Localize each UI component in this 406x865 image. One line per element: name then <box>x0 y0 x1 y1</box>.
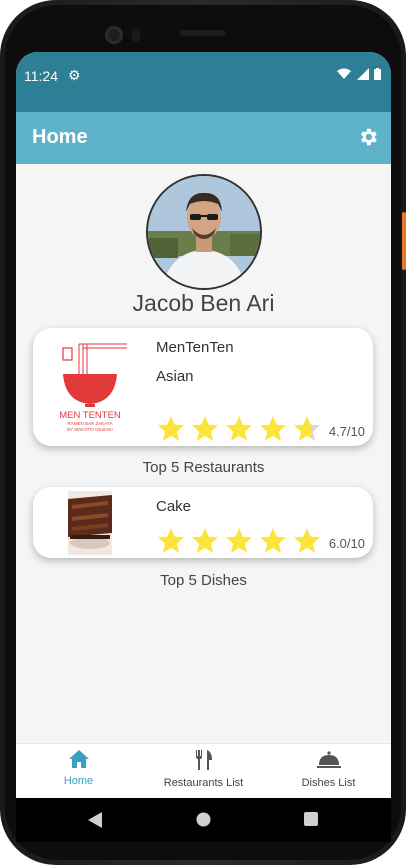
dish-name: Cake <box>156 498 192 515</box>
restaurant-star-icon-2 <box>192 416 218 441</box>
nav-restaurants-label: Restaurants List <box>163 777 244 789</box>
dish-star-icon-1 <box>158 528 184 553</box>
status-icons <box>337 68 381 83</box>
restaurant-rating: 4.7/10 <box>328 424 365 439</box>
profile-photo <box>148 176 260 288</box>
top-dishes-label: Top 5 Dishes <box>160 572 247 589</box>
top-restaurant-card[interactable]: MEN TENTEN RAMEN BAR ZAKAYA BY MAKOTO OK… <box>33 328 373 446</box>
restaurant-star-rating <box>157 415 321 443</box>
power-button <box>402 212 406 270</box>
proximity-sensor <box>132 28 140 42</box>
top-dish-card[interactable]: Cake 6.0/10 <box>33 487 373 558</box>
nav-dishes-label: Dishes List <box>301 777 356 789</box>
dish-star-icon-5 <box>294 528 320 553</box>
nav-home-label: Home <box>63 775 94 787</box>
restaurant-logo-text: MEN TENTEN <box>59 410 121 421</box>
restaurant-name: MenTenTen <box>156 339 234 356</box>
restaurant-star-icon-3 <box>226 416 252 441</box>
nav-home[interactable]: Home <box>16 750 141 787</box>
status-time: 11:24 <box>24 68 58 84</box>
back-icon[interactable] <box>88 812 102 828</box>
restaurant-star-icon-1 <box>158 416 184 441</box>
restaurant-logo-tagline: BY MAKOTO OKIZAKI <box>67 427 113 432</box>
wifi-icon <box>337 68 352 79</box>
dish-rating: 6.0/10 <box>328 536 365 551</box>
cloche-icon <box>316 751 341 768</box>
app-screen: 11:24 ⚙ Home Jacob Ben Ari MEN TENTEN RA… <box>16 52 391 798</box>
status-bar: 11:24 ⚙ <box>16 52 391 112</box>
top-restaurants-label: Top 5 Restaurants <box>142 459 265 476</box>
avatar[interactable] <box>146 174 262 290</box>
earpiece-speaker <box>180 30 226 36</box>
dish-star-icon-3 <box>226 528 252 553</box>
fork-knife-icon <box>195 750 212 770</box>
recents-icon[interactable] <box>304 812 318 826</box>
restaurant-star-icon-5 <box>294 416 320 441</box>
page-title: Home <box>32 126 88 148</box>
dish-star-icon-2 <box>192 528 218 553</box>
bottom-navigation: Home Restaurants List Dishes List <box>16 743 391 798</box>
gear-icon[interactable] <box>357 126 379 148</box>
user-name: Jacob Ben Ari <box>132 290 275 316</box>
dish-image <box>68 491 112 555</box>
battery-icon <box>374 68 381 80</box>
nav-restaurants-list[interactable]: Restaurants List <box>141 750 266 789</box>
nav-dishes-list[interactable]: Dishes List <box>266 750 391 789</box>
dish-star-rating <box>157 527 321 555</box>
dish-star-icon-4 <box>260 528 286 553</box>
restaurant-cuisine: Asian <box>156 368 194 385</box>
home-button-icon[interactable] <box>196 812 211 827</box>
home-icon <box>68 750 89 768</box>
signal-icon <box>356 68 369 80</box>
front-camera <box>105 26 123 44</box>
restaurant-logo: MEN TENTEN RAMEN BAR ZAKAYA BY MAKOTO OK… <box>59 343 127 432</box>
restaurant-star-icon-4 <box>260 416 286 441</box>
system-navigation-bar <box>16 798 391 842</box>
gear-icon: ⚙ <box>68 67 81 83</box>
restaurant-logo-subtext: RAMEN BAR ZAKAYA <box>67 421 112 426</box>
phone-frame: 11:24 ⚙ Home Jacob Ben Ari MEN TENTEN RA… <box>0 0 406 865</box>
app-bar: Home <box>16 112 391 164</box>
